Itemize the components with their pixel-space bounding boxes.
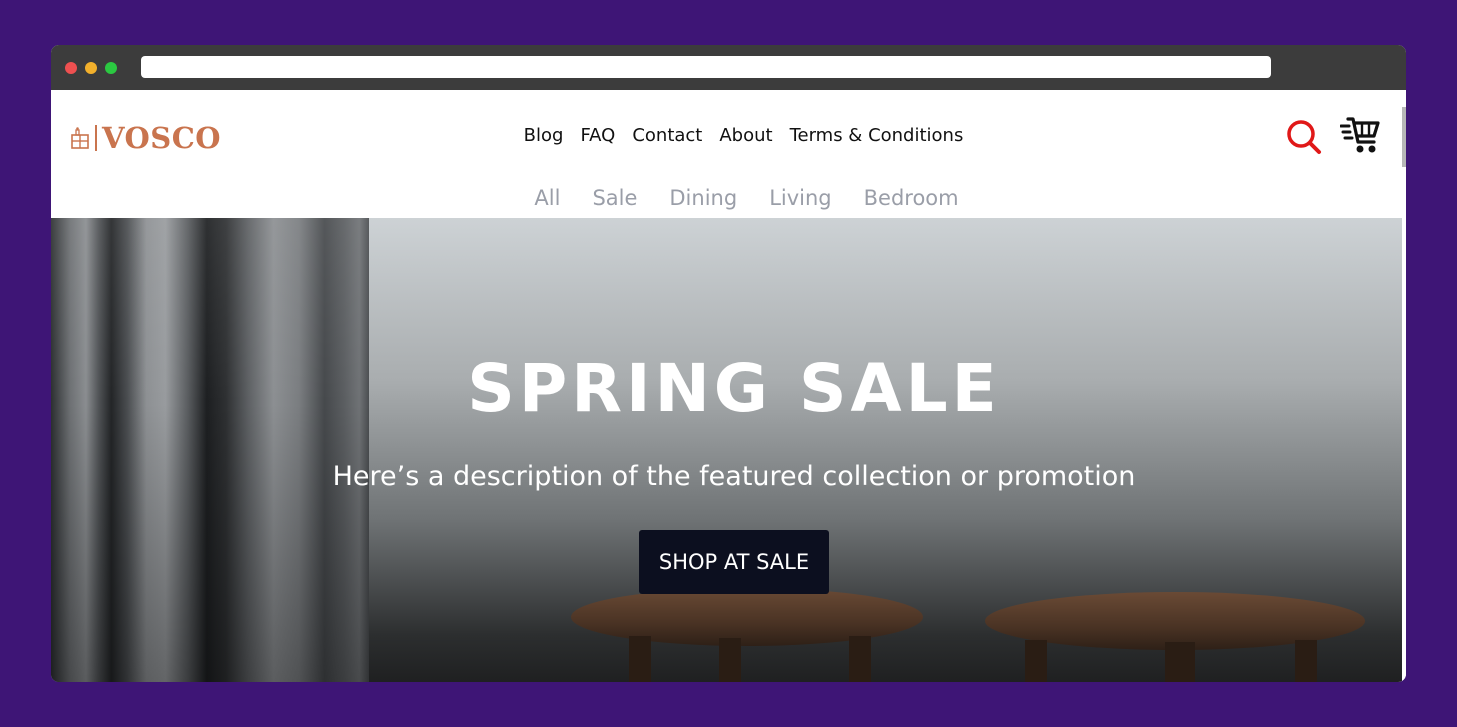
page-viewport: VOSCO Blog FAQ Contact About Terms & Con… bbox=[51, 90, 1406, 682]
nav-link-about[interactable]: About bbox=[719, 125, 772, 146]
category-tab-bedroom[interactable]: Bedroom bbox=[864, 186, 959, 210]
hero-stool-right bbox=[985, 592, 1365, 682]
category-navigation: All Sale Dining Living Bedroom bbox=[51, 186, 1406, 210]
cart-icon bbox=[1339, 117, 1380, 153]
nav-link-faq[interactable]: FAQ bbox=[580, 125, 615, 146]
cart-button[interactable] bbox=[1339, 116, 1382, 156]
hero-curtain-shade bbox=[51, 218, 369, 682]
hero-banner: SPRING SALE Here’s a description of the … bbox=[51, 218, 1402, 682]
minimize-window-button[interactable] bbox=[85, 62, 97, 74]
browser-window: VOSCO Blog FAQ Contact About Terms & Con… bbox=[51, 45, 1406, 682]
address-bar[interactable] bbox=[141, 56, 1271, 78]
shop-at-sale-button[interactable]: SHOP AT SALE bbox=[639, 530, 829, 594]
hero-title: SPRING SALE bbox=[467, 350, 1001, 427]
category-tab-living[interactable]: Living bbox=[769, 186, 831, 210]
nav-link-contact[interactable]: Contact bbox=[632, 125, 702, 146]
maximize-window-button[interactable] bbox=[105, 62, 117, 74]
nav-link-blog[interactable]: Blog bbox=[524, 125, 564, 146]
search-button[interactable] bbox=[1285, 118, 1323, 156]
category-tab-all[interactable]: All bbox=[534, 186, 560, 210]
category-tab-sale[interactable]: Sale bbox=[592, 186, 637, 210]
hero-stool-left bbox=[571, 588, 923, 682]
browser-titlebar bbox=[51, 45, 1406, 90]
category-tab-dining[interactable]: Dining bbox=[669, 186, 737, 210]
main-navigation: Blog FAQ Contact About Terms & Condition… bbox=[51, 125, 1406, 146]
close-window-button[interactable] bbox=[65, 62, 77, 74]
nav-link-terms[interactable]: Terms & Conditions bbox=[790, 125, 964, 146]
search-icon bbox=[1287, 120, 1321, 154]
hero-description: Here’s a description of the featured col… bbox=[332, 461, 1136, 492]
